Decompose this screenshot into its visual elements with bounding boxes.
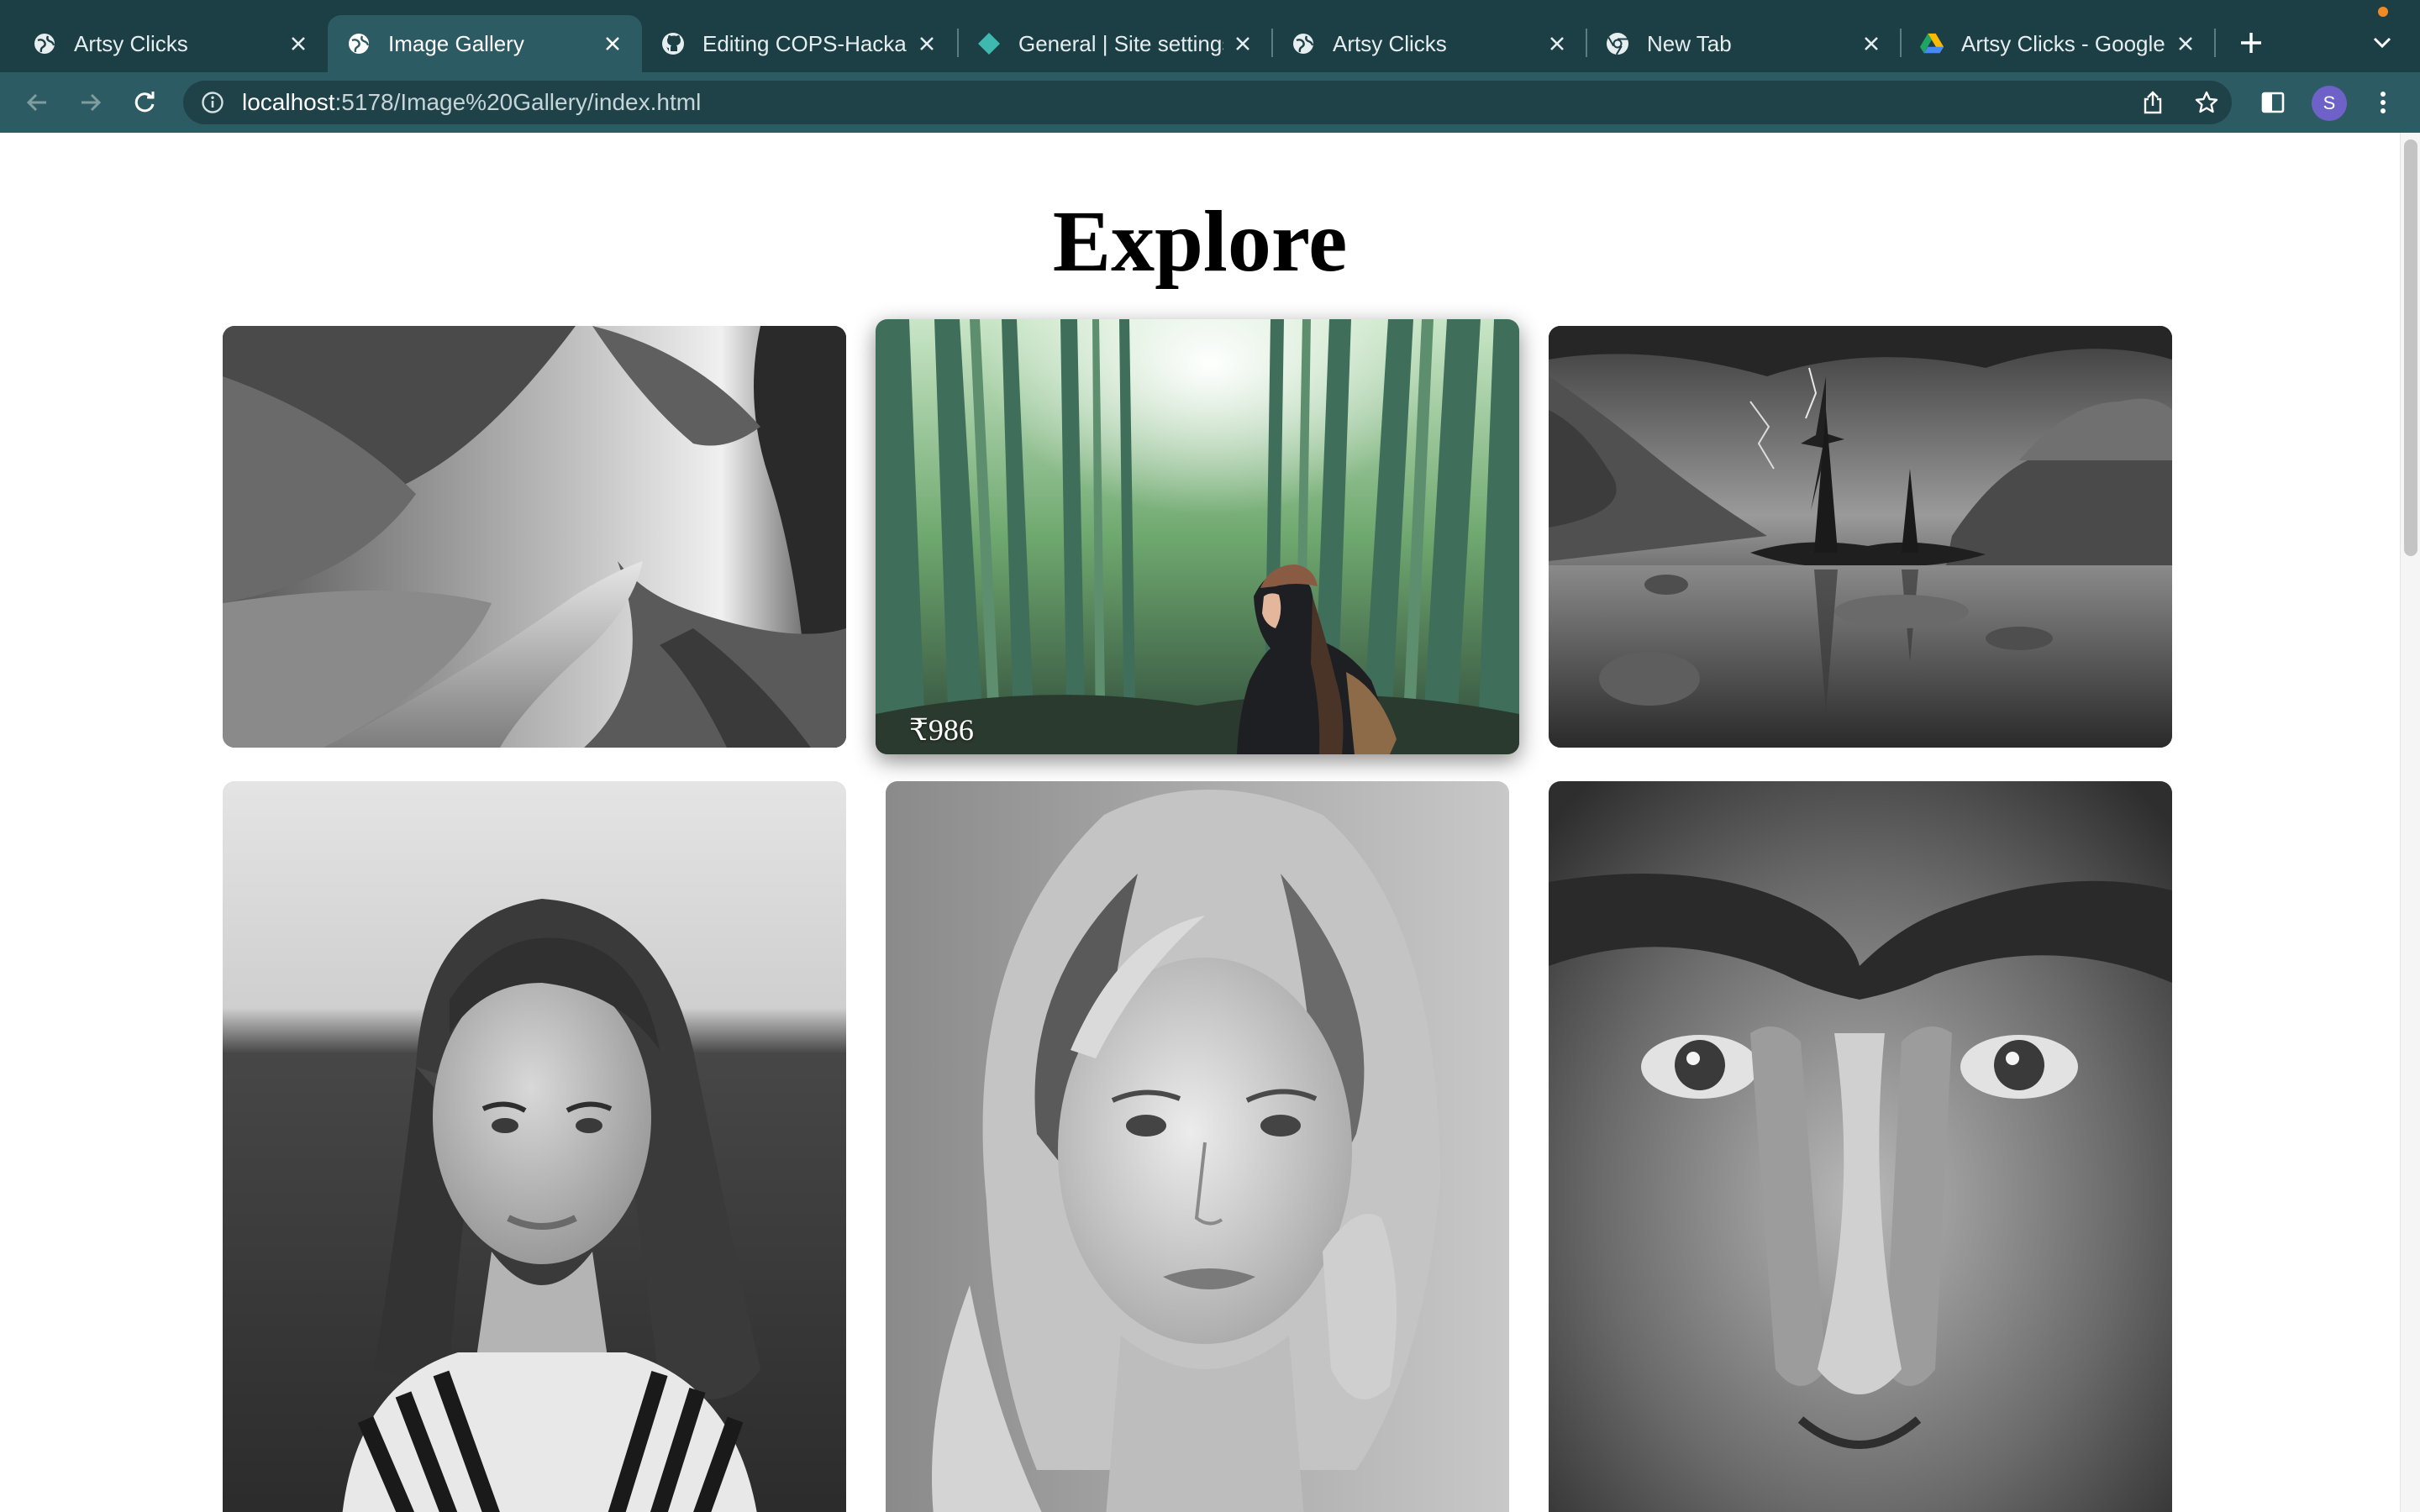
close-icon[interactable] — [1859, 31, 1884, 56]
reload-icon — [134, 92, 155, 113]
close-icon[interactable] — [2173, 31, 2198, 56]
netlify-icon — [976, 31, 1002, 56]
chrome-icon — [1605, 31, 1630, 56]
tab-title: Artsy Clicks — [74, 30, 188, 56]
gallery-card-bamboo-forest-woman[interactable]: ₹986 — [876, 319, 1519, 754]
browser-toolbar: localhost:5178/Image%20Gallery/index.htm… — [0, 72, 2420, 133]
tab-new-tab[interactable]: New Tab — [1586, 15, 1901, 72]
price-label: ₹986 — [909, 713, 974, 747]
site-info-icon[interactable] — [200, 90, 225, 115]
gallery-card-portrait-blonde-woman[interactable] — [886, 781, 1509, 1512]
gallery-card-misty-forest-path[interactable] — [223, 326, 846, 748]
github-icon — [660, 31, 686, 56]
tab-title: Artsy Clicks — [1333, 30, 1447, 56]
share-button[interactable] — [2134, 84, 2171, 121]
tab-artsy-clicks-2[interactable]: Artsy Clicks — [1272, 15, 1586, 72]
globe-icon — [1291, 31, 1316, 56]
tab-title: Editing COPS-Hackal — [702, 30, 908, 56]
bookmark-button[interactable] — [2188, 84, 2225, 121]
forward-button[interactable] — [72, 84, 109, 121]
tab-strip: Artsy Clicks Image Gallery Editing COPS-… — [0, 0, 2420, 72]
reload-button[interactable] — [126, 84, 163, 121]
tab-image-gallery[interactable]: Image Gallery — [328, 15, 642, 72]
browser-menu-button[interactable] — [2365, 84, 2402, 121]
tab-separator — [2214, 29, 2216, 57]
tab-title: New Tab — [1647, 30, 1732, 56]
plus-icon — [2241, 33, 2261, 53]
photo-misty-forest-path — [223, 326, 846, 748]
tab-artsy-clicks-1[interactable]: Artsy Clicks — [13, 15, 328, 72]
globe-icon — [346, 31, 371, 56]
arrow-left-icon — [26, 93, 46, 112]
photo-portrait-woman-striped-shirt — [223, 781, 846, 1512]
photo-bamboo-forest-woman — [876, 319, 1519, 754]
side-panel-button[interactable] — [2254, 84, 2291, 121]
kebab-menu-icon — [2381, 92, 2386, 113]
globe-icon — [32, 31, 57, 56]
star-icon — [2195, 91, 2218, 113]
url-host: localhost — [242, 89, 335, 115]
photo-closeup-man-eyes-hands — [1549, 781, 2172, 1512]
photo-portrait-blonde-woman — [886, 781, 1509, 1512]
gallery-card-closeup-man-eyes-hands[interactable] — [1549, 781, 2172, 1512]
tab-artsy-clicks-google[interactable]: Artsy Clicks - Google — [1901, 15, 2215, 72]
url-text: localhost:5178/Image%20Gallery/index.htm… — [242, 89, 701, 116]
update-indicator — [2378, 7, 2388, 17]
close-icon[interactable] — [286, 31, 311, 56]
tab-general-site-settings[interactable]: General | Site settings — [958, 15, 1272, 72]
arrow-right-icon — [82, 93, 102, 112]
share-icon — [2144, 91, 2162, 114]
tab-title: Artsy Clicks - Google — [1961, 30, 2165, 56]
google-drive-icon — [1919, 31, 1944, 56]
url-path: :5178/Image%20Gallery/index.html — [334, 89, 702, 115]
page-title: Explore — [1052, 193, 1348, 290]
close-icon[interactable] — [1230, 31, 1255, 56]
tab-editing-cops[interactable]: Editing COPS-Hackal — [642, 15, 956, 72]
back-button[interactable] — [18, 84, 55, 121]
tab-search-button[interactable] — [2361, 22, 2403, 64]
scrollbar-thumb[interactable] — [2404, 139, 2417, 556]
new-tab-button[interactable] — [2230, 22, 2272, 64]
chevron-down-icon — [2373, 37, 2391, 49]
photo-lake-lightning-mountains — [1549, 326, 2172, 748]
close-icon[interactable] — [914, 31, 939, 56]
side-panel-icon — [2261, 92, 2285, 113]
tab-title: Image Gallery — [388, 30, 524, 56]
close-icon[interactable] — [600, 31, 625, 56]
page-viewport: Explore ₹986 — [0, 133, 2400, 1512]
gallery-card-portrait-woman-striped-shirt[interactable] — [223, 781, 846, 1512]
gallery-card-lake-lightning-mountains[interactable] — [1549, 326, 2172, 748]
tab-title: General | Site settings — [1018, 30, 1223, 56]
close-icon[interactable] — [1544, 31, 1570, 56]
vertical-scrollbar[interactable] — [2400, 133, 2420, 1512]
address-bar[interactable]: localhost:5178/Image%20Gallery/index.htm… — [183, 81, 2232, 124]
avatar[interactable]: S — [2312, 86, 2347, 121]
